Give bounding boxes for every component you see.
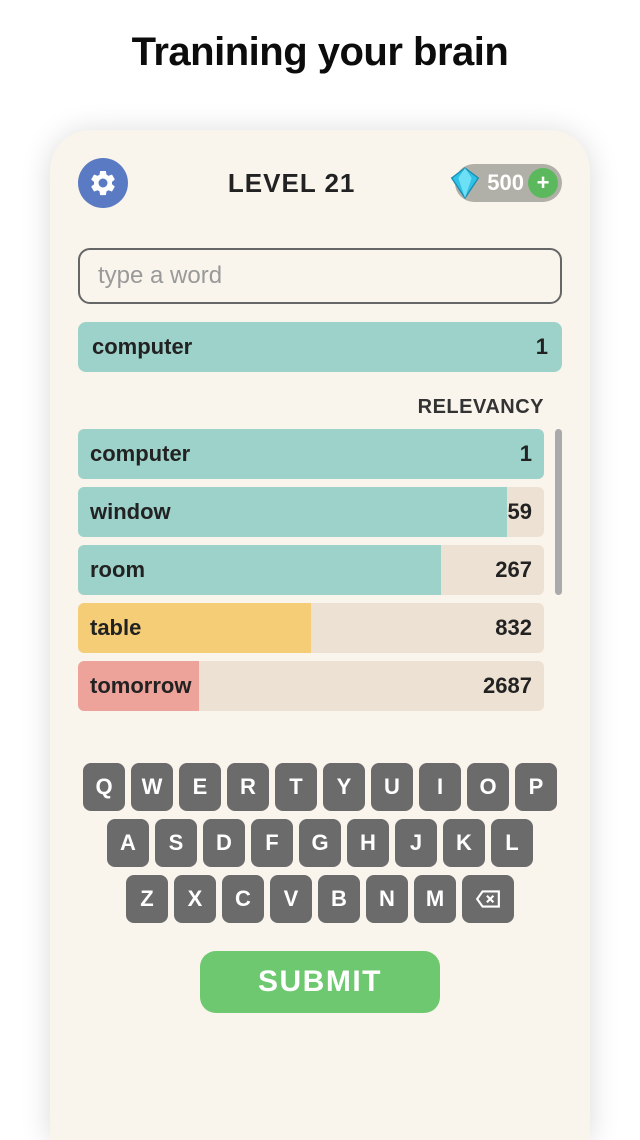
current-guess-word: computer xyxy=(92,334,192,360)
gem-icon xyxy=(445,163,485,203)
guess-row: tomorrow 2687 xyxy=(78,661,544,711)
guess-row: computer 1 xyxy=(78,429,544,479)
guess-row: table 832 xyxy=(78,603,544,653)
submit-button[interactable]: SUBMIT xyxy=(200,951,440,1013)
guess-word: tomorrow xyxy=(90,673,191,699)
gems-count: 500 xyxy=(485,170,528,196)
kb-row-2: ASDFGHJKL xyxy=(78,819,562,867)
guess-word: table xyxy=(90,615,141,641)
key-a[interactable]: A xyxy=(107,819,149,867)
key-j[interactable]: J xyxy=(395,819,437,867)
level-title: LEVEL 21 xyxy=(228,168,355,199)
scrollbar[interactable] xyxy=(555,429,562,595)
guess-word: computer xyxy=(90,441,190,467)
key-n[interactable]: N xyxy=(366,875,408,923)
key-o[interactable]: O xyxy=(467,763,509,811)
key-t[interactable]: T xyxy=(275,763,317,811)
settings-button[interactable] xyxy=(78,158,128,208)
key-g[interactable]: G xyxy=(299,819,341,867)
key-h[interactable]: H xyxy=(347,819,389,867)
guess-score: 59 xyxy=(508,499,532,525)
key-v[interactable]: V xyxy=(270,875,312,923)
guess-score: 1 xyxy=(520,441,532,467)
key-x[interactable]: X xyxy=(174,875,216,923)
key-d[interactable]: D xyxy=(203,819,245,867)
guess-word: window xyxy=(90,499,171,525)
relevancy-header: RELEVANCY xyxy=(78,396,562,419)
key-r[interactable]: R xyxy=(227,763,269,811)
guess-score: 832 xyxy=(495,615,532,641)
key-q[interactable]: Q xyxy=(83,763,125,811)
key-m[interactable]: M xyxy=(414,875,456,923)
key-u[interactable]: U xyxy=(371,763,413,811)
key-w[interactable]: W xyxy=(131,763,173,811)
key-p[interactable]: P xyxy=(515,763,557,811)
current-guess-score: 1 xyxy=(536,334,548,360)
topbar: LEVEL 21 500 + xyxy=(78,158,562,208)
key-c[interactable]: C xyxy=(222,875,264,923)
current-guess: computer 1 xyxy=(78,322,562,372)
key-k[interactable]: K xyxy=(443,819,485,867)
key-i[interactable]: I xyxy=(419,763,461,811)
kb-row-3: ZXCVBNM xyxy=(78,875,562,923)
word-input-placeholder: type a word xyxy=(98,262,222,290)
guess-row: room 267 xyxy=(78,545,544,595)
key-l[interactable]: L xyxy=(491,819,533,867)
gear-icon xyxy=(88,168,118,198)
guess-row: window 59 xyxy=(78,487,544,537)
tagline: Tranining your brain xyxy=(0,0,640,75)
key-z[interactable]: Z xyxy=(126,875,168,923)
key-e[interactable]: E xyxy=(179,763,221,811)
backspace-icon xyxy=(475,889,501,909)
keyboard: QWERTYUIOP ASDFGHJKL ZXCVBNM xyxy=(78,763,562,923)
key-f[interactable]: F xyxy=(251,819,293,867)
key-backspace[interactable] xyxy=(462,875,514,923)
key-s[interactable]: S xyxy=(155,819,197,867)
add-gems-button[interactable]: + xyxy=(528,168,558,198)
guess-score: 2687 xyxy=(483,673,532,699)
game-card: LEVEL 21 500 + type a word computer 1 RE… xyxy=(50,130,590,1140)
kb-row-1: QWERTYUIOP xyxy=(78,763,562,811)
word-input[interactable]: type a word xyxy=(78,248,562,304)
guess-word: room xyxy=(90,557,145,583)
gems-pill: 500 + xyxy=(455,164,562,202)
key-b[interactable]: B xyxy=(318,875,360,923)
guess-list: computer 1 window 59 room 267 table 832 tomorrow… xyxy=(78,429,562,711)
key-y[interactable]: Y xyxy=(323,763,365,811)
guess-score: 267 xyxy=(495,557,532,583)
